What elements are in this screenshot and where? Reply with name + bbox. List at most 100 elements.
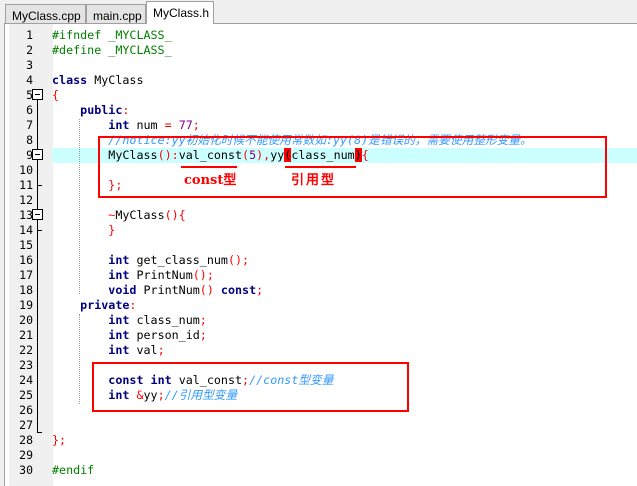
keyword: const	[220, 283, 257, 297]
operator: ;	[256, 283, 264, 297]
line-number: 19	[19, 298, 33, 312]
line-number: 11	[19, 178, 33, 192]
keyword: int	[108, 343, 130, 357]
identifier: MyClass	[115, 208, 165, 222]
identifier	[52, 268, 108, 282]
keyword: private	[80, 298, 130, 312]
operator: ();	[192, 268, 214, 282]
line-number: 18	[19, 283, 33, 297]
line-number: 14	[19, 223, 33, 237]
line-number: 1	[26, 28, 33, 42]
keyword: int	[108, 328, 130, 342]
identifier	[52, 208, 108, 222]
line-number: 10	[19, 163, 33, 177]
fold-toggle-icon[interactable]	[32, 149, 43, 160]
line-number: 3	[26, 58, 33, 72]
operator: ;	[199, 328, 207, 342]
line-number: 26	[19, 403, 33, 417]
keyword: void	[108, 283, 137, 297]
code-line: };	[52, 433, 637, 448]
fold-toggle-icon[interactable]	[32, 209, 43, 220]
operator: ();	[227, 253, 250, 267]
identifier	[172, 118, 179, 132]
line-number: 9	[26, 148, 33, 162]
identifier	[52, 283, 108, 297]
operator: :	[122, 103, 130, 117]
line-number: 20	[19, 313, 33, 327]
line-number: 5	[26, 88, 33, 102]
indent-guide	[79, 119, 80, 294]
keyword: class	[52, 73, 88, 87]
fold-end-tick	[37, 432, 42, 433]
operator: =	[164, 118, 172, 132]
identifier	[52, 103, 80, 117]
preprocessor: #define _MYCLASS_	[52, 43, 172, 57]
line-number: 25	[19, 388, 33, 402]
line-number: 23	[19, 358, 33, 372]
operator: ;	[192, 118, 200, 132]
code-line: {	[52, 88, 637, 103]
line-number: 27	[19, 418, 33, 432]
code-line: int val;	[52, 343, 637, 358]
identifier: person_id	[129, 328, 200, 342]
tab-myclass-cpp[interactable]: MyClass.cpp	[5, 4, 86, 24]
code-line: public:	[52, 103, 637, 118]
line-number: 22	[19, 343, 33, 357]
keyword: int	[108, 313, 130, 327]
underline-ref	[285, 166, 356, 168]
operator: ;	[199, 313, 207, 327]
indent-guide	[79, 314, 80, 404]
code-line: int get_class_num();	[52, 253, 637, 268]
identifier	[52, 118, 108, 132]
line-number: 2	[26, 43, 33, 57]
line-number: 17	[19, 268, 33, 282]
fold-end-tick	[37, 185, 42, 186]
operator: ()	[199, 283, 214, 297]
tab-main-cpp[interactable]: main.cpp	[86, 4, 146, 24]
keyword: int	[108, 118, 130, 132]
line-number: 16	[19, 253, 33, 267]
identifier	[52, 313, 108, 327]
fold-toggle-icon[interactable]	[32, 89, 43, 100]
line-number: 6	[26, 103, 33, 117]
keyword: int	[108, 268, 130, 282]
annotation-ref-label: 引用型	[291, 173, 337, 188]
line-number-gutter: 1 2 3 4 5 6 7 8 9 10 11 12 13 14 15 16 17 18 19 20 21 22 23 24 2…	[9, 24, 53, 486]
code-line: int class_num;	[52, 313, 637, 328]
code-line: void PrintNum() const;	[52, 283, 637, 298]
code-line: int PrintNum();	[52, 268, 637, 283]
operator: };	[52, 433, 67, 447]
line-number: 30	[19, 463, 33, 477]
identifier: PrintNum	[136, 283, 200, 297]
code-line: ~MyClass(){	[52, 208, 637, 223]
line-number: 21	[19, 328, 33, 342]
tab-bar: MyClass.cpp main.cpp MyClass.h	[0, 0, 637, 24]
operator: :	[129, 298, 137, 312]
keyword: public	[80, 103, 123, 117]
identifier	[52, 253, 108, 267]
line-number: 8	[26, 133, 33, 147]
operator: }	[108, 223, 116, 237]
tab-myclass-h[interactable]: MyClass.h	[146, 1, 214, 24]
code-editor[interactable]: 1 2 3 4 5 6 7 8 9 10 11 12 13 14 15 16 17 18 19 20 21 22 23 24 2…	[4, 23, 637, 486]
identifier	[52, 223, 108, 237]
identifier	[214, 283, 221, 297]
operator: (){	[164, 208, 186, 222]
annotation-box-members	[92, 362, 409, 412]
number: 77	[178, 118, 193, 132]
line-number: 4	[26, 73, 33, 87]
keyword: int	[108, 253, 130, 267]
code-line: #ifndef _MYCLASS_	[52, 28, 637, 43]
code-line: int num = 77;	[52, 118, 637, 133]
identifier	[52, 298, 80, 312]
identifier	[52, 343, 108, 357]
code-line: private:	[52, 298, 637, 313]
line-number: 29	[19, 448, 33, 462]
identifier: val	[129, 343, 158, 357]
code-line: }	[52, 223, 637, 238]
identifier: num	[129, 118, 165, 132]
operator: ;	[157, 343, 165, 357]
identifier: PrintNum	[129, 268, 193, 282]
